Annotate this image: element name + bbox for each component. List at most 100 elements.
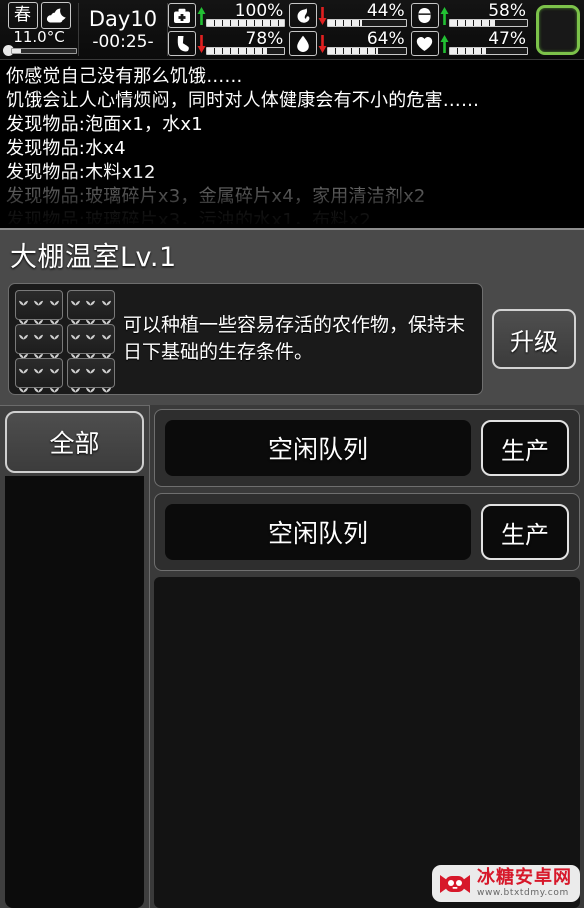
bladder-meter: 58%: [448, 1, 532, 27]
character-slot[interactable]: [532, 0, 584, 59]
clock-value: -00:25-: [92, 31, 154, 52]
queue-slot-label[interactable]: 空闲队列: [165, 504, 471, 560]
stat-column-2: 44% 64%: [289, 0, 410, 59]
plot-grid[interactable]: [15, 290, 115, 393]
day-counter: Day10: [88, 6, 158, 31]
health-meter: 100%: [206, 1, 289, 27]
trend-down-icon: [318, 34, 327, 54]
plot-tile[interactable]: [15, 324, 63, 359]
log-line: 饥饿会让人心情烦闷，同时对人体健康会有不小的危害……: [6, 90, 480, 111]
site-name: 冰糖安卓网: [477, 867, 572, 888]
sprout-icon: [49, 359, 60, 378]
cloudy-moon-icon: [40, 2, 71, 29]
season-badge: 春: [7, 2, 38, 29]
sprout-icon: [70, 325, 81, 344]
sidebar-item-all[interactable]: 全部: [5, 411, 144, 473]
stamina-value: 78%: [245, 29, 284, 49]
boot-leg-icon: [168, 31, 196, 56]
site-url: www.btxtdmy.com: [477, 888, 569, 898]
log-line: 发现物品:玻璃碎片x3，污浊的水x1，布料x2: [6, 210, 371, 224]
trend-down-icon: [318, 6, 327, 26]
trend-down-icon: [197, 34, 206, 54]
sprout-icon: [49, 325, 60, 344]
log-line: 发现物品:水x4: [6, 138, 126, 159]
stat-stamina: 78%: [168, 30, 289, 57]
sprout-icon: [18, 359, 29, 378]
heart-icon: [410, 31, 439, 56]
sprout-icon: [85, 291, 96, 310]
stat-mood: 47%: [410, 29, 532, 57]
page-title: 大棚温室Lv.1: [10, 242, 177, 273]
sprout-icon: [49, 378, 60, 397]
category-sidebar: 全部: [0, 405, 150, 908]
log-line: 发现物品:玻璃碎片x3，金属碎片x4，家用清洁剂x2: [6, 186, 426, 207]
sprout-icon: [18, 325, 29, 344]
log-line: 发现物品:木料x12: [6, 162, 156, 183]
sprout-icon: [101, 378, 112, 397]
mood-value: 47%: [488, 29, 526, 49]
upgrade-button-wrap: 升级: [483, 283, 576, 395]
log-line: 发现物品:泡面x1，水x1: [6, 114, 203, 135]
mood-meter: 47%: [448, 29, 532, 55]
plot-tile[interactable]: [67, 324, 115, 359]
sprout-icon: [101, 291, 112, 310]
category-list[interactable]: [5, 476, 144, 908]
game-screen: 春 11.0°C Day10 -00:25- 100% 78% 44% 64% …: [0, 0, 584, 908]
produce-button[interactable]: 生产: [481, 504, 569, 560]
event-log[interactable]: 你感觉自己没有那么饥饿…… 饥饿会让人心情烦闷，同时对人体健康会有不小的危害………: [0, 61, 584, 224]
stat-hunger: 44%: [289, 2, 410, 29]
environment-panel: 春 11.0°C: [0, 0, 78, 59]
sprout-icon: [18, 378, 29, 397]
health-value: 100%: [234, 1, 284, 21]
sprout-icon: [70, 291, 81, 310]
building-description: 可以种植一些容易存活的农作物，保持末日下基础的生存条件。: [123, 314, 466, 363]
stat-bladder: 58%: [410, 1, 532, 29]
sprout-icon: [33, 325, 44, 344]
sprout-icon: [33, 359, 44, 378]
thermometer-bar: [11, 48, 77, 54]
stat-thirst: 64%: [289, 30, 410, 57]
character-slot-frame: [536, 4, 580, 55]
stats-grid: 100% 78% 44% 64% 58% 47%: [168, 0, 532, 59]
building-info-box: 可以种植一些容易存活的农作物，保持末日下基础的生存条件。: [8, 283, 483, 395]
sprout-icon: [33, 291, 44, 310]
production-queues: 空闲队列 生产 空闲队列 生产: [150, 405, 584, 908]
stat-column-1: 100% 78%: [168, 0, 289, 59]
temperature-value: 11.0°C: [13, 28, 65, 46]
thirst-value: 64%: [366, 29, 405, 49]
queue-empty-area[interactable]: [154, 577, 580, 908]
hunger-value: 44%: [366, 1, 405, 21]
building-info-row: 可以种植一些容易存活的农作物，保持末日下基础的生存条件。 升级: [0, 283, 584, 405]
plot-tile[interactable]: [67, 290, 115, 325]
stat-health: 100%: [168, 2, 289, 29]
sprout-icon: [101, 359, 112, 378]
sprout-icon: [85, 378, 96, 397]
sprout-icon: [70, 378, 81, 397]
trend-up-icon: [197, 6, 206, 26]
plot-tile[interactable]: [15, 290, 63, 325]
trend-up-icon: [440, 34, 449, 54]
water-drop-icon: [289, 31, 318, 56]
medkit-icon: [168, 3, 196, 28]
hunger-meter: 44%: [327, 1, 410, 27]
thermometer-fill: [12, 49, 21, 53]
sprout-icon: [70, 359, 81, 378]
building-panel: 大棚温室Lv.1 可以种植一些容易存活的农作物，保持末日下基础的生存条件。 升级…: [0, 228, 584, 908]
plot-tile[interactable]: [67, 358, 115, 393]
sprout-icon: [85, 359, 96, 378]
log-line: 你感觉自己没有那么饥饿……: [6, 66, 243, 87]
queue-row: 空闲队列 生产: [154, 493, 580, 571]
thirst-meter: 64%: [327, 29, 410, 55]
queue-row: 空闲队列 生产: [154, 409, 580, 487]
day-time-panel: Day10 -00:25-: [79, 0, 167, 59]
candy-gamepad-icon: [438, 871, 472, 897]
upgrade-button[interactable]: 升级: [492, 309, 576, 369]
bladder-value: 58%: [488, 1, 526, 21]
plot-tile[interactable]: [15, 358, 63, 393]
produce-button[interactable]: 生产: [481, 420, 569, 476]
status-bar: 春 11.0°C Day10 -00:25- 100% 78% 44% 64% …: [0, 0, 584, 60]
queue-slot-label[interactable]: 空闲队列: [165, 420, 471, 476]
sprout-icon: [33, 378, 44, 397]
sprout-icon: [85, 325, 96, 344]
trend-up-icon: [440, 6, 449, 26]
